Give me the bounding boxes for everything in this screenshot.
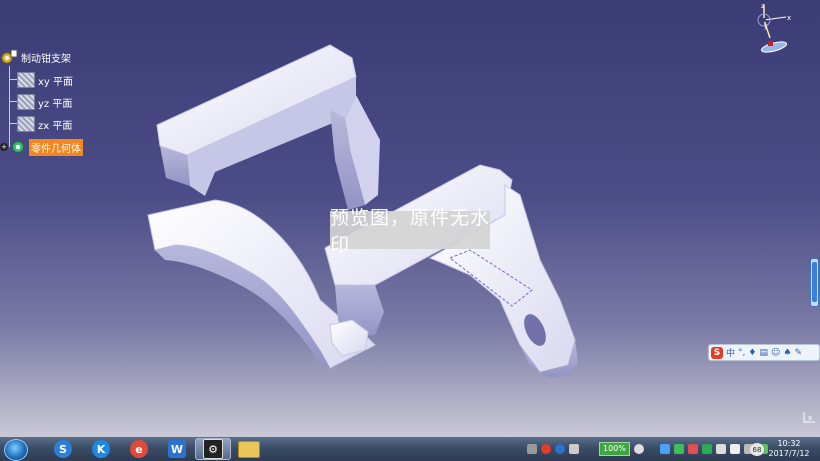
ime-mode[interactable]: 中 xyxy=(726,346,735,359)
tree-item-yz-plane[interactable]: yz 平面 xyxy=(17,93,72,111)
tree-selected-label: 零件几何体 xyxy=(29,138,83,156)
part-gear-icon xyxy=(1,49,18,64)
tree-item-zx-plane[interactable]: zx 平面 xyxy=(17,115,72,133)
shield-icon[interactable] xyxy=(659,444,670,454)
axis-glyph-icon: x xyxy=(803,412,815,423)
ime-toolbar[interactable]: S 中 °, ♦ ▤ ☺ ♠ ✎ xyxy=(708,344,820,361)
notification-badge[interactable]: 68 xyxy=(750,443,764,456)
tray-check-icon[interactable] xyxy=(701,444,712,454)
tree-root-label: 制动钳支架 xyxy=(21,53,71,65)
expand-plus-icon[interactable]: + xyxy=(0,143,8,151)
tray-sogou-icon[interactable] xyxy=(541,444,551,454)
clock-date: 2017/7/12 xyxy=(768,449,810,458)
taskbar-app-wps[interactable]: W xyxy=(159,438,195,460)
tree-item-label: zx 平面 xyxy=(38,120,73,132)
battery-indicator[interactable]: 100% xyxy=(599,442,630,456)
compass-axis-x: x xyxy=(787,14,791,22)
compass-axis-y: y xyxy=(764,23,768,30)
clock[interactable]: 10:32 2017/7/12 xyxy=(763,437,815,461)
plane-icon xyxy=(17,116,35,132)
tray-misc-icon[interactable] xyxy=(569,444,579,454)
tree-item-label: yz 平面 xyxy=(38,98,73,110)
volume-icon[interactable] xyxy=(729,444,740,454)
tray-ok-icon[interactable] xyxy=(527,444,537,454)
tree-item-xy-plane[interactable]: xy 平面 xyxy=(17,71,73,89)
emoji-icon[interactable]: ☺ xyxy=(771,348,780,358)
tray-help-icon[interactable] xyxy=(555,444,565,454)
plane-icon xyxy=(17,94,35,110)
keyboard-icon[interactable]: ▤ xyxy=(759,348,768,358)
preview-watermark: 预览图，原件无水印 xyxy=(330,207,491,256)
tree-root[interactable]: 制动钳支架 xyxy=(0,48,71,66)
taskbar-app-file-explorer[interactable] xyxy=(231,438,267,460)
taskbar-app-catia[interactable]: ⚙ xyxy=(195,438,231,460)
sogou-browser-icon: S xyxy=(54,440,72,458)
plane-icon xyxy=(17,72,35,88)
svg-text:x: x xyxy=(808,414,812,422)
tray-green-icon[interactable] xyxy=(673,444,684,454)
taskbar-app-sogou-browser[interactable]: S xyxy=(45,438,81,460)
ime-punct[interactable]: °, xyxy=(738,348,745,358)
browser-360-icon: e xyxy=(130,440,148,458)
clock-time: 10:32 xyxy=(777,439,801,448)
kugou-icon: K xyxy=(92,440,110,458)
vertical-scrollbar[interactable] xyxy=(810,258,819,307)
tray-red-icon[interactable] xyxy=(687,444,698,454)
taskbar-app-360-browser[interactable]: e xyxy=(121,438,157,460)
tray-display-icon[interactable] xyxy=(715,444,726,454)
compass-axis-z: z xyxy=(761,2,765,10)
start-button[interactable] xyxy=(4,439,28,461)
tray-record-icon[interactable] xyxy=(633,444,644,454)
shirt-icon[interactable]: ♠ xyxy=(783,348,791,358)
folder-icon xyxy=(238,440,260,458)
body-gear-icon xyxy=(12,141,24,153)
system-tray: 100% xyxy=(527,439,768,459)
catia-icon: ⚙ xyxy=(203,439,223,459)
compass-icon[interactable]: z x y xyxy=(752,0,812,55)
tree-item-part-body[interactable]: + 零件几何体 xyxy=(0,138,83,156)
wps-writer-icon: W xyxy=(168,440,186,458)
taskbar-app-kugou[interactable]: K xyxy=(83,438,119,460)
microphone-icon[interactable]: ♦ xyxy=(748,348,756,358)
wrench-icon[interactable]: ✎ xyxy=(794,348,802,358)
sogou-ime-icon[interactable]: S xyxy=(711,346,723,359)
3d-viewport[interactable]: 制动钳支架 xy 平面 yz 平面 zx 平面 + 零件几何体 z x y 预览… xyxy=(0,0,820,437)
tree-item-label: xy 平面 xyxy=(38,76,74,88)
